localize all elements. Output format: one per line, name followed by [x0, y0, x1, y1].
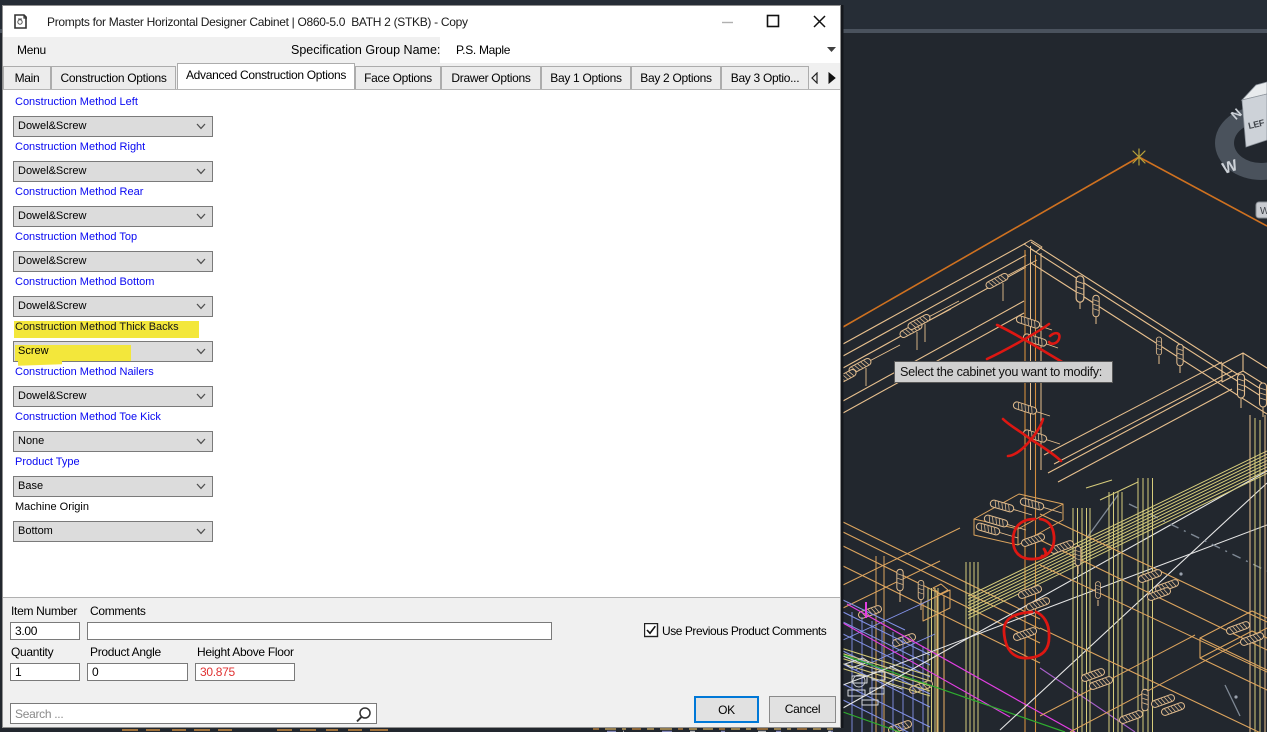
- svg-text:W: W: [1260, 206, 1267, 217]
- svg-text:Select the cabinet you want to: Select the cabinet you want to modify:: [900, 364, 1102, 379]
